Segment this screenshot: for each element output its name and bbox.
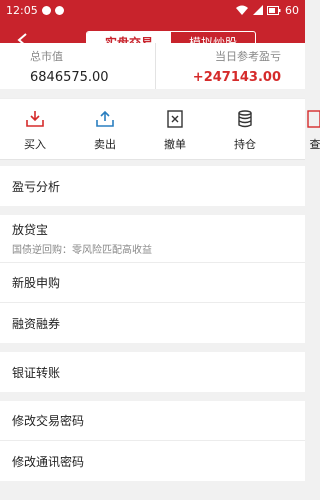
query-label: 查 xyxy=(309,138,320,151)
cancel-order-label: 撤单 xyxy=(164,138,186,151)
shield-icon xyxy=(54,5,64,15)
total-value-label: 总市值 xyxy=(30,50,63,63)
buy-button[interactable]: 买入 xyxy=(0,99,70,159)
menu-item-change-comm-password[interactable]: 修改通讯密码 xyxy=(0,441,305,481)
change-trade-password-label: 修改交易密码 xyxy=(12,414,85,428)
ipo-subscribe-label: 新股申购 xyxy=(12,276,61,290)
signal-icon xyxy=(253,5,263,15)
menu-item-fangdaibao[interactable]: 放贷宝 国债逆回购：零风险匹配高收益 xyxy=(0,215,305,263)
holdings-button[interactable]: 持仓 xyxy=(210,99,280,159)
status-left: 12:05 xyxy=(6,4,64,17)
fangdaibao-title: 放贷宝 xyxy=(12,223,49,237)
sell-icon xyxy=(94,108,116,130)
query-icon xyxy=(304,108,320,130)
battery-level: 60 xyxy=(285,3,299,17)
fangdaibao-subtitle: 国债逆回购：零风险匹配高收益 xyxy=(12,245,152,256)
query-button[interactable]: 查 xyxy=(280,99,320,159)
cancel-order-button[interactable]: 撤单 xyxy=(140,99,210,159)
change-comm-password-label: 修改通讯密码 xyxy=(12,454,85,469)
cancel-order-icon xyxy=(164,108,186,130)
account-summary: 总市值 6846575.00 当日参考盈亏 +247143.00 xyxy=(0,43,305,89)
total-value: 6846575.00 xyxy=(30,70,109,85)
menu-group-analysis: 盈亏分析 xyxy=(0,166,305,206)
trade-actions: 买入 卖出 撤单 持仓 查 xyxy=(0,98,320,160)
sell-label: 卖出 xyxy=(94,138,116,151)
menu-item-profit-analysis[interactable]: 盈亏分析 xyxy=(0,166,305,206)
menu-item-ipo-subscribe[interactable]: 新股申购 xyxy=(0,263,305,303)
menu-list: 盈亏分析 放贷宝 国债逆回购：零风险匹配高收益 新股申购 融资融券 银证转账 修… xyxy=(0,166,305,490)
menu-group-security: 修改交易密码 修改通讯密码 xyxy=(0,401,305,481)
notification-icon xyxy=(41,5,51,15)
menu-item-bank-transfer[interactable]: 银证转账 xyxy=(0,352,305,392)
holdings-label: 持仓 xyxy=(234,138,256,151)
menu-group-products: 放贷宝 国债逆回购：零风险匹配高收益 新股申购 融资融券 xyxy=(0,215,305,343)
wifi-icon xyxy=(236,5,248,15)
menu-group-transfer: 银证转账 xyxy=(0,352,305,392)
total-value-block: 总市值 6846575.00 xyxy=(0,43,155,89)
battery-icon xyxy=(267,5,281,15)
bank-transfer-label: 银证转账 xyxy=(12,365,61,380)
today-profit-value: +247143.00 xyxy=(192,70,281,85)
buy-label: 买入 xyxy=(24,138,46,151)
status-bar: 12:05 60 xyxy=(0,0,305,20)
today-profit-label: 当日参考盈亏 xyxy=(215,50,281,63)
menu-item-change-trade-password[interactable]: 修改交易密码 xyxy=(0,401,305,441)
buy-icon xyxy=(24,108,46,130)
today-profit-block: 当日参考盈亏 +247143.00 xyxy=(155,43,305,89)
margin-trading-label: 融资融券 xyxy=(12,316,61,331)
holdings-icon xyxy=(234,108,256,130)
menu-item-margin-trading[interactable]: 融资融券 xyxy=(0,303,305,343)
status-right: 60 xyxy=(235,4,299,17)
profit-analysis-label: 盈亏分析 xyxy=(12,179,61,194)
status-time: 12:05 xyxy=(6,3,38,17)
sell-button[interactable]: 卖出 xyxy=(70,99,140,159)
